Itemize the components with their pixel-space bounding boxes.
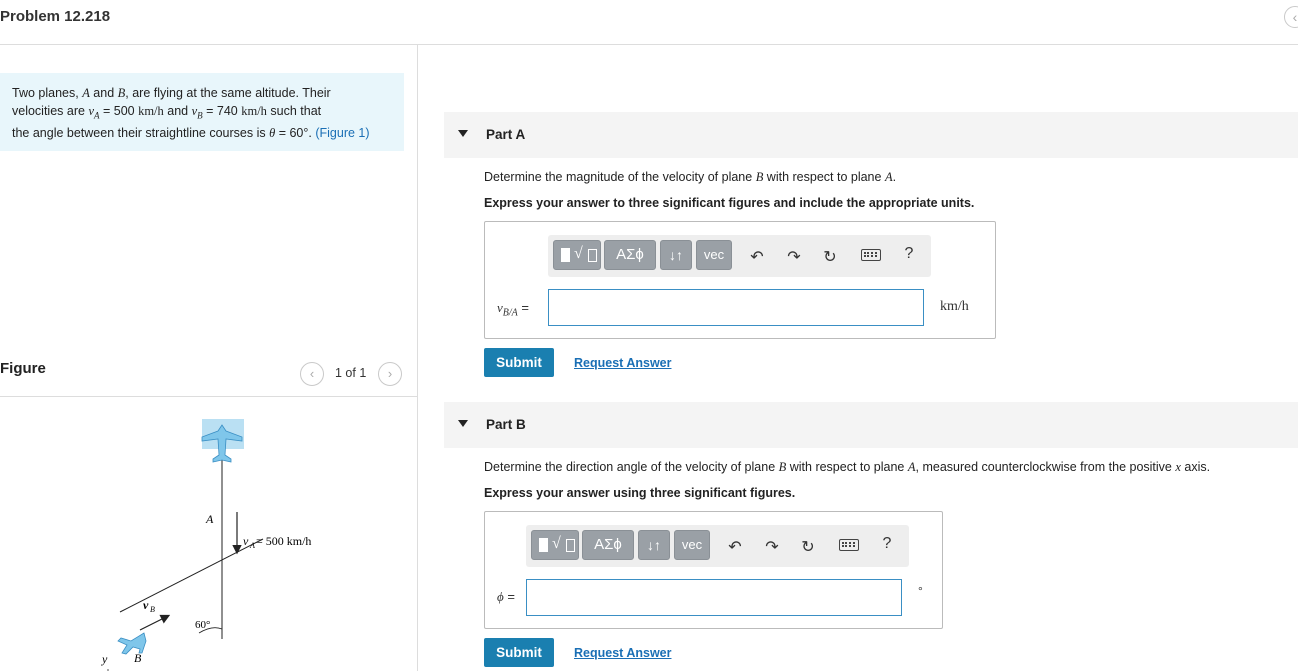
- subscript-icon[interactable]: ↓↑: [638, 530, 670, 560]
- greek-icon[interactable]: ΑΣϕ: [604, 240, 656, 270]
- vec-icon[interactable]: vec: [674, 530, 710, 560]
- keyboard-icon[interactable]: [839, 539, 859, 551]
- problem-header: Problem 12.218 ‹: [0, 0, 1298, 45]
- subscript-icon[interactable]: ↓↑: [660, 240, 692, 270]
- undo-icon[interactable]: ↶: [725, 537, 745, 557]
- help-icon[interactable]: ?: [899, 245, 919, 263]
- part-a-answer-input[interactable]: [548, 289, 924, 326]
- part-b-request-answer-link[interactable]: Request Answer: [574, 646, 671, 660]
- plane-b-icon: [117, 632, 147, 655]
- label-vb: v: [143, 598, 149, 612]
- greek-icon[interactable]: ΑΣϕ: [582, 530, 634, 560]
- part-a-title: Part A: [486, 127, 526, 142]
- part-b-variable: ϕ =: [497, 589, 515, 604]
- problem-line-1: Two planes, A and B, are flying at the s…: [12, 86, 331, 100]
- label-axis-y: y: [101, 652, 108, 666]
- redo-icon[interactable]: ↷: [784, 247, 804, 267]
- part-b-title: Part B: [486, 417, 526, 432]
- part-b-submit-button[interactable]: Submit: [484, 638, 554, 667]
- problem-statement: Two planes, A and B, are flying at the s…: [0, 73, 404, 151]
- templates-icon[interactable]: √: [531, 530, 579, 560]
- problem-line-2: velocities are vA = 500 km/h and vB = 74…: [12, 103, 322, 121]
- left-panel: Two planes, A and B, are flying at the s…: [0, 45, 418, 671]
- part-b-toolbar: √ ΑΣϕ ↓↑ vec ↶ ↷ ↻ ?: [526, 525, 909, 567]
- page-count: 1 of 1: [335, 366, 367, 380]
- part-a-prompt: Determine the magnitude of the velocity …: [484, 170, 897, 184]
- collapse-triangle-icon[interactable]: [458, 420, 468, 427]
- label-plane-b: B: [134, 651, 142, 665]
- part-b-header[interactable]: Part B: [444, 402, 1298, 448]
- chevron-left-icon[interactable]: ‹: [1284, 6, 1298, 28]
- part-b-instruction: Express your answer using three signific…: [484, 486, 796, 500]
- problem-line-3: the angle between their straightline cou…: [12, 125, 370, 140]
- problem-title: Problem 12.218: [0, 8, 111, 25]
- label-angle: 60°: [195, 619, 210, 631]
- label-vb-sub: B: [150, 605, 155, 614]
- plane-b-path: [119, 538, 264, 613]
- help-icon[interactable]: ?: [877, 535, 897, 553]
- figure-link[interactable]: (Figure 1): [315, 126, 369, 140]
- label-va: v: [243, 534, 249, 548]
- part-a-header[interactable]: Part A: [444, 112, 1298, 158]
- part-a-unit: km/h: [940, 299, 969, 314]
- part-a-toolbar: √ ΑΣϕ ↓↑ vec ↶ ↷ ↻ ?: [548, 235, 931, 277]
- figure-header: Figure ‹ 1 of 1 ›: [0, 352, 418, 397]
- part-b-answer-input[interactable]: [526, 579, 902, 616]
- label-va-value: = 500 km/h: [256, 534, 311, 548]
- part-b-unit: °: [918, 584, 923, 598]
- keyboard-icon[interactable]: [861, 249, 881, 261]
- vb-arrow: [139, 614, 171, 631]
- reset-icon[interactable]: ↻: [798, 537, 818, 557]
- vec-icon[interactable]: vec: [696, 240, 732, 270]
- part-b-answer-box: √ ΑΣϕ ↓↑ vec ↶ ↷ ↻ ? ϕ = °: [484, 511, 943, 629]
- plane-a-icon: [201, 419, 244, 463]
- reset-icon[interactable]: ↻: [820, 247, 840, 267]
- label-plane-a: A: [205, 512, 214, 526]
- collapse-triangle-icon[interactable]: [458, 130, 468, 137]
- figure-label: Figure: [0, 360, 46, 377]
- undo-icon[interactable]: ↶: [747, 247, 767, 267]
- part-a-submit-button[interactable]: Submit: [484, 348, 554, 377]
- chevron-right-icon[interactable]: ›: [378, 362, 402, 386]
- templates-icon[interactable]: √: [553, 240, 601, 270]
- part-a-instruction: Express your answer to three significant…: [484, 196, 975, 210]
- label-va-sub: A: [249, 541, 255, 550]
- redo-icon[interactable]: ↷: [762, 537, 782, 557]
- part-b-prompt: Determine the direction angle of the vel…: [484, 460, 1211, 474]
- chevron-left-icon[interactable]: ‹: [300, 362, 324, 386]
- figure-diagram: A v A = 500 km/h v B 60° B y x: [101, 419, 311, 671]
- part-a-request-answer-link[interactable]: Request Answer: [574, 356, 671, 370]
- part-a-variable: vB/A =: [497, 300, 529, 319]
- part-a-answer-box: √ ΑΣϕ ↓↑ vec ↶ ↷ ↻ ? vB/A = km/h: [484, 221, 996, 339]
